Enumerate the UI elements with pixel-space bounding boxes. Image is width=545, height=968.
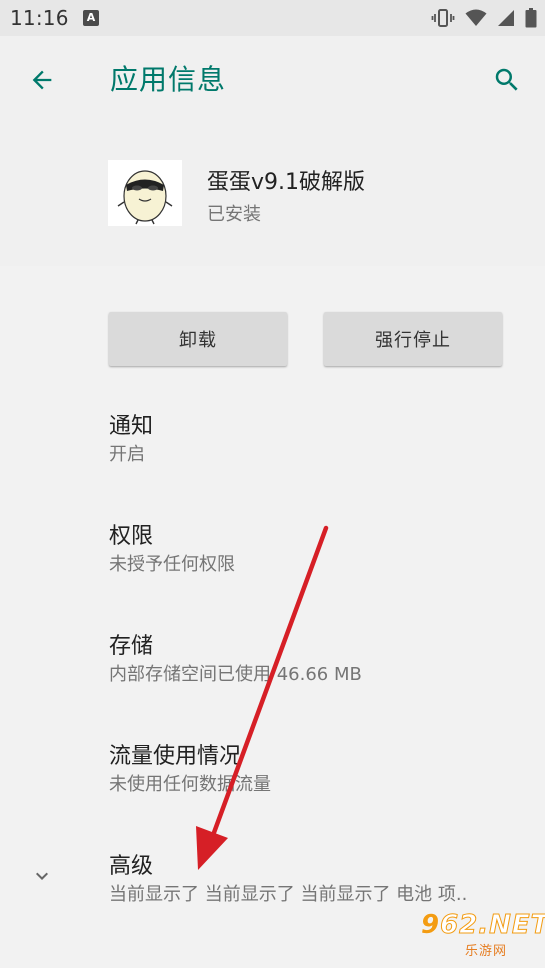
list-item-title: 权限 <box>109 524 154 549</box>
cellular-signal-icon <box>498 10 514 26</box>
search-icon <box>495 68 518 91</box>
arrow-back-icon <box>32 70 52 90</box>
status-icons <box>431 7 537 29</box>
list-item-summary: 内部存储空间已使用 46.66 MB <box>109 664 362 685</box>
list-item-storage[interactable]: 存储 内部存储空间已使用 46.66 MB <box>0 628 545 728</box>
list-item-summary: 开启 <box>109 444 145 465</box>
status-bar: 11:16 A <box>0 0 545 36</box>
app-name: 蛋蛋v9.1破解版 <box>207 170 366 195</box>
back-button[interactable] <box>24 62 60 98</box>
wifi-icon <box>465 9 487 26</box>
vibrate-icon <box>431 9 455 27</box>
list-item-summary: 当前显示了 当前显示了 当前显示了 电池 项.. <box>109 884 468 905</box>
egg-character-icon <box>108 160 182 226</box>
list-item-permissions[interactable]: 权限 未授予任何权限 <box>0 518 545 618</box>
app-header: 蛋蛋v9.1破解版 已安装 <box>0 126 545 266</box>
watermark-suffix: 62.NET <box>440 910 545 941</box>
list-item-summary: 未使用任何数据流量 <box>109 774 271 795</box>
watermark-subtext: 乐游网 <box>465 944 508 959</box>
force-stop-button[interactable]: 强行停止 <box>324 312 502 366</box>
list-item-title: 流量使用情况 <box>109 744 242 769</box>
watermark-prefix: 9 <box>421 910 441 940</box>
app-icon <box>108 160 182 226</box>
app-install-status: 已安装 <box>207 204 261 225</box>
notification-badge: A <box>83 10 99 26</box>
list-item-summary: 未授予任何权限 <box>109 554 235 575</box>
search-button[interactable] <box>489 62 525 98</box>
list-item-notifications[interactable]: 通知 开启 <box>0 408 545 508</box>
uninstall-button[interactable]: 卸载 <box>109 312 287 366</box>
list-item-data-usage[interactable]: 流量使用情况 未使用任何数据流量 <box>0 738 545 838</box>
list-item-title: 高级 <box>109 854 154 879</box>
page-title: 应用信息 <box>110 63 227 96</box>
watermark-text: 962.NET <box>421 910 545 941</box>
list-item-title: 通知 <box>109 414 154 439</box>
list-item-title: 存储 <box>109 634 154 659</box>
chevron-down-icon <box>36 872 48 880</box>
top-app-bar: 应用信息 <box>0 36 545 126</box>
watermark-logo: 962.NET 乐游网 <box>411 910 545 962</box>
battery-icon <box>525 8 537 28</box>
status-time: 11:16 <box>10 6 69 30</box>
